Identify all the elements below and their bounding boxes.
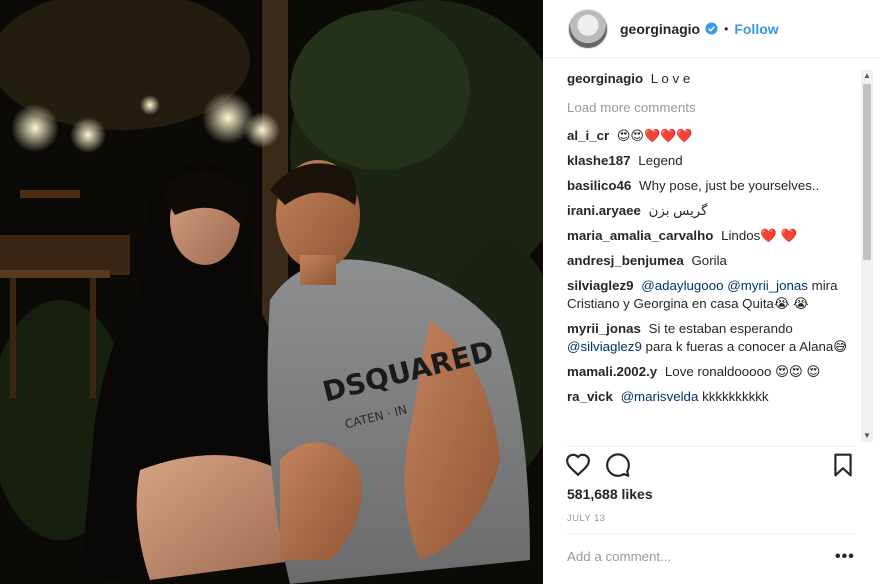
comment-item: ra_vick @marisvelda kkkkkkkkkk xyxy=(567,388,852,406)
scroll-up-arrow-icon[interactable]: ▲ xyxy=(861,70,873,82)
photo-illustration: DSQUARED CATEN · IN xyxy=(0,0,543,584)
comment-text: Legend xyxy=(638,153,683,168)
comment-item: al_i_cr 😍😍❤️❤️❤️ xyxy=(567,127,852,145)
comments-list: georginagio L o v e Load more comments a… xyxy=(567,70,852,442)
caption-username[interactable]: georginagio xyxy=(567,71,643,86)
comment-item: myrii_jonas Si te estaban esperando @sil… xyxy=(567,320,852,356)
comment-mention[interactable]: @silviaglez9 xyxy=(567,339,642,354)
comment-text: 😍😍❤️❤️❤️ xyxy=(616,128,693,143)
comment-item: klashe187 Legend xyxy=(567,152,852,170)
comment-text: Lindos❤️ ❤️ xyxy=(721,228,798,243)
action-bar xyxy=(565,452,855,480)
follow-button[interactable]: Follow xyxy=(734,21,778,37)
heart-icon[interactable] xyxy=(565,452,591,478)
comment-username[interactable]: al_i_cr xyxy=(567,128,609,143)
bookmark-icon[interactable] xyxy=(830,452,856,478)
post-date[interactable]: JULY 13 xyxy=(567,513,605,524)
comment-username[interactable]: silviaglez9 xyxy=(567,278,634,293)
comment-text: kkkkkkkkkk xyxy=(702,389,769,404)
comment-mention[interactable]: @myrii_jonas xyxy=(727,278,808,293)
comment-username[interactable]: klashe187 xyxy=(567,153,631,168)
comment-text: para k fueras a conocer a Alana😅 xyxy=(645,339,848,354)
post-header: georginagio • Follow xyxy=(543,0,880,58)
comment-icon[interactable] xyxy=(605,452,631,478)
post-photo: DSQUARED CATEN · IN xyxy=(0,0,543,584)
more-options-button[interactable]: ••• xyxy=(835,548,855,566)
comment-item: maria_amalia_carvalho Lindos❤️ ❤️ xyxy=(567,227,852,245)
comment-text: Love ronaldooooo 😍😍 😍 xyxy=(664,364,821,379)
comment-item: mamali.2002.y Love ronaldooooo 😍😍 😍 xyxy=(567,363,852,381)
likes-count[interactable]: 581,688 likes xyxy=(567,486,653,502)
comments-scrollbar[interactable]: ▲ ▼ xyxy=(861,70,873,442)
caption-text: L o v e xyxy=(650,71,691,86)
comment-username[interactable]: irani.aryaee xyxy=(567,203,641,218)
caption: georginagio L o v e xyxy=(567,70,852,88)
comment-text: گریس بزن xyxy=(648,203,708,218)
comment-username[interactable]: maria_amalia_carvalho xyxy=(567,228,713,243)
header-username[interactable]: georginagio xyxy=(620,21,700,37)
post-sidebar: georginagio • Follow georginagio L o v e… xyxy=(543,0,880,584)
avatar[interactable] xyxy=(568,8,608,49)
header-separator: • xyxy=(724,21,729,36)
comment-item: basilico46 Why pose, just be yourselves.… xyxy=(567,177,852,195)
comment-username[interactable]: myrii_jonas xyxy=(567,321,641,336)
comment-username[interactable]: basilico46 xyxy=(567,178,631,193)
scrollbar-thumb[interactable] xyxy=(863,84,871,260)
load-more-comments-button[interactable]: Load more comments xyxy=(567,99,852,117)
comment-item: silviaglez9 @adaylugooo @myrii_jonas mir… xyxy=(567,277,852,313)
scroll-down-arrow-icon[interactable]: ▼ xyxy=(861,430,873,442)
comment-mention[interactable]: @marisvelda xyxy=(621,389,699,404)
comment-username[interactable]: mamali.2002.y xyxy=(567,364,657,379)
verified-badge-icon xyxy=(705,22,718,35)
comment-text: Why pose, just be yourselves.. xyxy=(639,178,820,193)
comment-username[interactable]: ra_vick xyxy=(567,389,613,404)
comment-text: Gorila xyxy=(691,253,727,268)
comment-item: andresj_benjumea Gorila xyxy=(567,252,852,270)
comment-mention[interactable]: @adaylugooo xyxy=(641,278,723,293)
divider xyxy=(567,446,856,447)
comment-username[interactable]: andresj_benjumea xyxy=(567,253,684,268)
add-comment-input[interactable]: Add a comment... xyxy=(567,549,817,564)
comment-text: Si te estaban esperando xyxy=(648,321,793,336)
comment-item: irani.aryaee گریس بزن xyxy=(567,202,852,220)
divider xyxy=(567,533,856,534)
